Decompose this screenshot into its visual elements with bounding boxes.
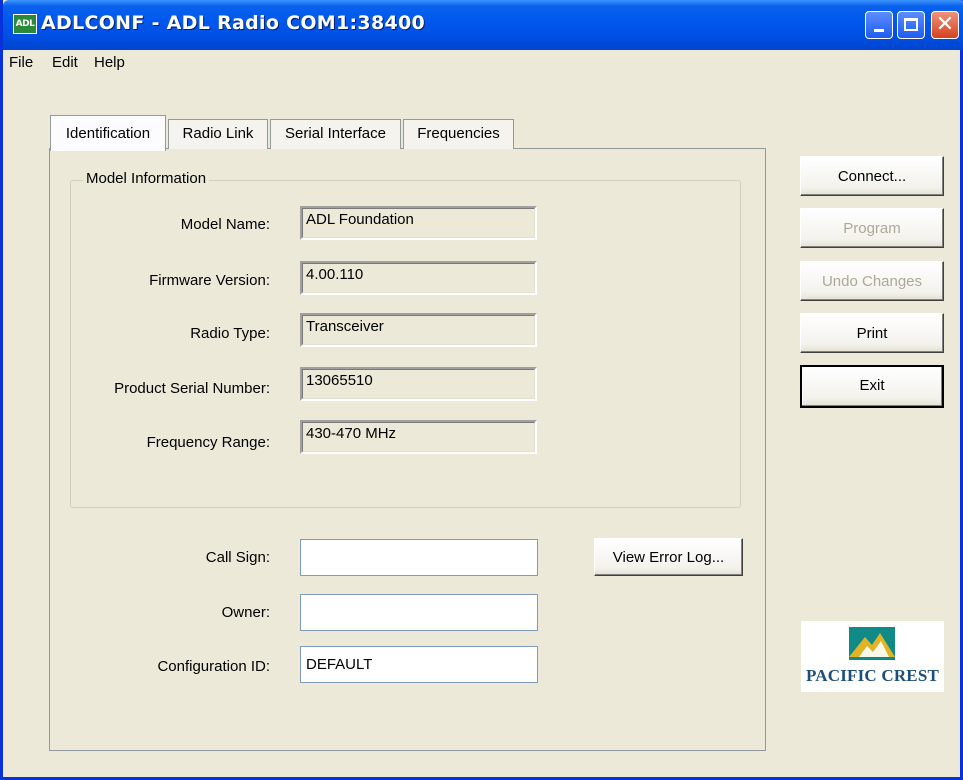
window-title: ADLCONF - ADL Radio COM1:38400: [41, 12, 426, 34]
maximize-button[interactable]: [897, 11, 925, 39]
app-icon: ADL: [13, 14, 37, 34]
model-name-field: ADL Foundation: [300, 206, 537, 240]
frequency-range-label: Frequency Range:: [146, 434, 270, 451]
serial-number-label: Product Serial Number:: [114, 380, 270, 397]
menu-file[interactable]: File: [9, 54, 33, 71]
maximize-icon: [904, 18, 918, 31]
configuration-id-input[interactable]: [300, 646, 538, 683]
menu-edit[interactable]: Edit: [52, 54, 78, 71]
model-name-label: Model Name:: [180, 216, 270, 233]
tab-serial-interface[interactable]: Serial Interface: [270, 119, 401, 149]
minimize-icon: [874, 29, 884, 32]
owner-input[interactable]: [300, 594, 538, 631]
firmware-version-label: Firmware Version:: [149, 272, 270, 289]
title-bar[interactable]: ADL ADLCONF - ADL Radio COM1:38400 ✕: [3, 0, 963, 50]
serial-number-field: 13065510: [300, 367, 537, 401]
undo-changes-button[interactable]: Undo Changes: [800, 261, 944, 301]
model-info-group-label: Model Information: [83, 170, 210, 187]
exit-button[interactable]: Exit: [800, 365, 944, 408]
print-button[interactable]: Print: [800, 313, 944, 353]
call-sign-label: Call Sign:: [205, 549, 270, 566]
close-button[interactable]: ✕: [931, 11, 959, 39]
close-icon: ✕: [935, 12, 955, 37]
owner-label: Owner:: [221, 604, 270, 621]
logo-text: PACIFIC CREST: [805, 666, 940, 685]
firmware-version-field: 4.00.110: [300, 261, 537, 295]
radio-type-label: Radio Type:: [190, 325, 270, 342]
radio-type-field: Transceiver: [300, 313, 537, 347]
call-sign-input[interactable]: [300, 539, 538, 576]
menu-bar: File Edit Help: [3, 50, 963, 76]
tab-radio-link[interactable]: Radio Link: [168, 119, 268, 149]
tab-identification[interactable]: Identification: [50, 115, 166, 151]
frequency-range-field: 430-470 MHz: [300, 420, 537, 454]
mountain-logo-icon: [849, 627, 895, 660]
connect-button[interactable]: Connect...: [800, 156, 944, 196]
pacific-crest-logo: PACIFIC CREST: [801, 621, 944, 692]
minimize-button[interactable]: [865, 11, 893, 39]
app-window: ADL ADLCONF - ADL Radio COM1:38400 ✕ Fil…: [0, 0, 963, 780]
tab-frequencies[interactable]: Frequencies: [403, 119, 514, 149]
menu-help[interactable]: Help: [94, 54, 125, 71]
view-error-log-button[interactable]: View Error Log...: [594, 538, 743, 576]
configuration-id-label: Configuration ID:: [157, 658, 270, 675]
program-button[interactable]: Program: [800, 208, 944, 248]
